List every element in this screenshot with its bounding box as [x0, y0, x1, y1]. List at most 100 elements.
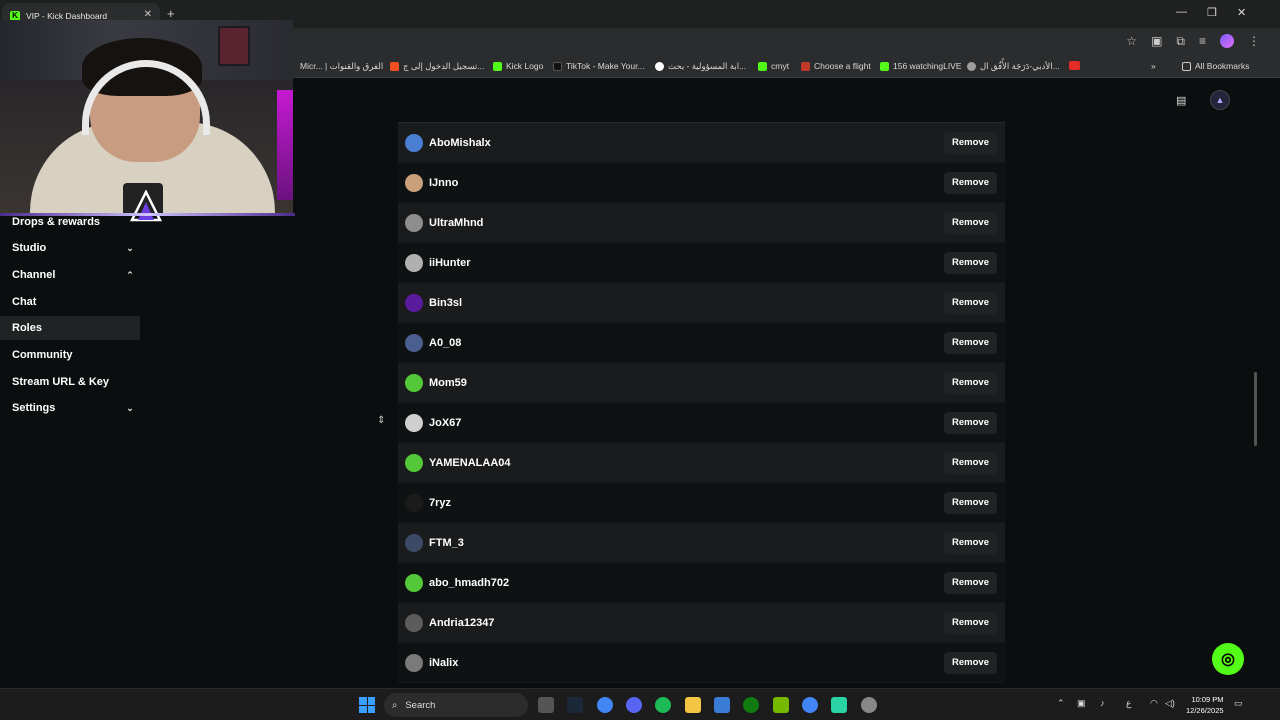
remove-button[interactable]: Remove [944, 251, 997, 274]
plane-icon [801, 61, 810, 71]
chrome-active-icon[interactable] [802, 697, 818, 713]
user-avatar[interactable]: ▲ [1210, 90, 1230, 110]
media-icon[interactable]: ≡ [1199, 34, 1206, 49]
remove-button[interactable]: Remove [944, 491, 997, 514]
tray-app-icon[interactable]: ▣ [1077, 698, 1086, 709]
microphone-icon[interactable]: ♪ [1100, 698, 1105, 708]
notification-icon[interactable]: ▭ [1234, 698, 1243, 709]
bookmark-item[interactable]: Kick Logo [493, 61, 543, 71]
user-avatar [405, 253, 423, 272]
microsoft-icon [390, 62, 399, 71]
tray-chevron-up-icon[interactable]: ⌃ [1057, 698, 1065, 709]
language-indicator[interactable]: ع [1126, 698, 1131, 709]
bookmark-item[interactable]: ابة المسؤولية - بحث... [655, 61, 746, 72]
camera-app-icon[interactable] [538, 697, 554, 713]
wifi-icon[interactable]: ◠ [1150, 698, 1158, 709]
bookmark-item[interactable] [1069, 61, 1080, 70]
user-avatar [405, 133, 423, 152]
system-clock[interactable]: 10:09 PM 12/26/2025 [1186, 694, 1224, 716]
bookmark-item[interactable]: TikTok - Make Your... [553, 61, 645, 71]
nvidia-icon[interactable] [773, 697, 789, 713]
sidebar-item-settings[interactable]: Settings ⌄ [0, 396, 140, 420]
bookmark-item[interactable]: Micr... | الفرق والقنوات [300, 61, 383, 72]
sidebar-item-community[interactable]: Community [0, 343, 140, 367]
app-icon[interactable] [831, 697, 847, 713]
username: UltraMhnd [429, 216, 484, 229]
windows-start-icon[interactable] [359, 697, 375, 713]
bookmark-item[interactable]: الأدبي-دَرَجَة الأُفُق ال... [967, 61, 1060, 72]
remove-button[interactable]: Remove [944, 171, 997, 194]
window-close-icon[interactable]: ✕ [1237, 6, 1246, 19]
table-row: AboMishalx Remove [398, 123, 1005, 163]
tab-close-icon[interactable]: ✕ [144, 9, 152, 20]
bookmark-item[interactable]: 156 watchingLIVE [880, 61, 962, 71]
remove-button[interactable]: Remove [944, 451, 997, 474]
creator-view-icon[interactable]: ▤ [1176, 94, 1186, 107]
username: Andria12347 [429, 616, 495, 629]
streamer-logo-icon [129, 190, 163, 222]
folder-icon [1182, 61, 1191, 71]
cast-icon[interactable]: ▣ [1151, 34, 1162, 49]
sidebar-item-roles[interactable]: Roles [0, 316, 140, 340]
remove-button[interactable]: Remove [944, 411, 997, 434]
bookmarks-overflow-icon[interactable]: » [1151, 61, 1156, 71]
kick-favicon-icon: K [10, 10, 20, 21]
user-avatar [405, 653, 423, 672]
store-icon[interactable] [714, 697, 730, 713]
volume-icon[interactable]: ◁) [1165, 698, 1175, 709]
profile-avatar[interactable] [1220, 34, 1234, 48]
spotify-icon[interactable] [655, 697, 671, 713]
new-tab-icon[interactable]: + [167, 6, 175, 21]
table-row: YAMENALAA04 Remove [398, 443, 1005, 483]
sidebar-item-channel[interactable]: Channel ⌃ [0, 263, 140, 287]
bookmark-item[interactable]: Choose a flight [801, 61, 871, 71]
remove-button[interactable]: Remove [944, 131, 997, 154]
sidebar-item-stream-url-key[interactable]: Stream URL & Key [0, 370, 140, 394]
username: AboMishalx [429, 136, 491, 149]
username: FTM_3 [429, 536, 464, 549]
bookmark-star-icon[interactable]: ☆ [1126, 34, 1137, 49]
xbox-icon[interactable] [743, 697, 759, 713]
tiktok-icon [553, 61, 562, 71]
username: JoX67 [429, 416, 462, 429]
username: Mom59 [429, 376, 467, 389]
bookmark-item[interactable]: cmyt [758, 61, 789, 71]
minimize-icon[interactable]: — [1176, 6, 1187, 18]
table-row: A0_08 Remove [398, 323, 1005, 363]
extensions-icon[interactable]: ⧉ [1176, 34, 1185, 49]
sidebar-item-studio[interactable]: Studio ⌄ [0, 236, 140, 260]
menu-kebab-icon[interactable]: ⋮ [1248, 34, 1260, 49]
help-chat-icon[interactable]: ◎ [1212, 643, 1244, 675]
username: iNalix [429, 656, 459, 669]
chrome-icon[interactable] [597, 697, 613, 713]
sidebar-item-chat[interactable]: Chat [0, 290, 140, 314]
bookmark-item[interactable]: تسجيل الدخول إلى ج... [390, 61, 484, 72]
restore-icon[interactable]: ❐ [1207, 6, 1217, 19]
remove-button[interactable]: Remove [944, 291, 997, 314]
scrollbar-thumb[interactable] [1254, 372, 1257, 446]
remove-button[interactable]: Remove [944, 331, 997, 354]
username: YAMENALAA04 [429, 456, 511, 469]
remove-button[interactable]: Remove [944, 371, 997, 394]
user-avatar [405, 453, 423, 472]
all-bookmarks[interactable]: All Bookmarks [1182, 61, 1249, 71]
user-avatar [405, 533, 423, 552]
user-avatar [405, 573, 423, 592]
remove-button[interactable]: Remove [944, 211, 997, 234]
mouse-cursor-icon: ⇕ [377, 415, 386, 426]
user-avatar [405, 493, 423, 512]
settings-gear-icon[interactable] [861, 697, 877, 713]
globe-icon [967, 62, 976, 71]
taskbar-search[interactable]: ⌕ Search [384, 693, 528, 717]
discord-icon[interactable] [626, 697, 642, 713]
table-row: UltraMhnd Remove [398, 203, 1005, 243]
remove-button[interactable]: Remove [944, 531, 997, 554]
steam-icon[interactable] [567, 697, 583, 713]
table-row: JoX67 Remove [398, 403, 1005, 443]
remove-button[interactable]: Remove [944, 611, 997, 634]
file-explorer-icon[interactable] [685, 697, 701, 713]
remove-button[interactable]: Remove [944, 571, 997, 594]
user-avatar [405, 213, 423, 232]
table-row: iiHunter Remove [398, 243, 1005, 283]
remove-button[interactable]: Remove [944, 651, 997, 674]
